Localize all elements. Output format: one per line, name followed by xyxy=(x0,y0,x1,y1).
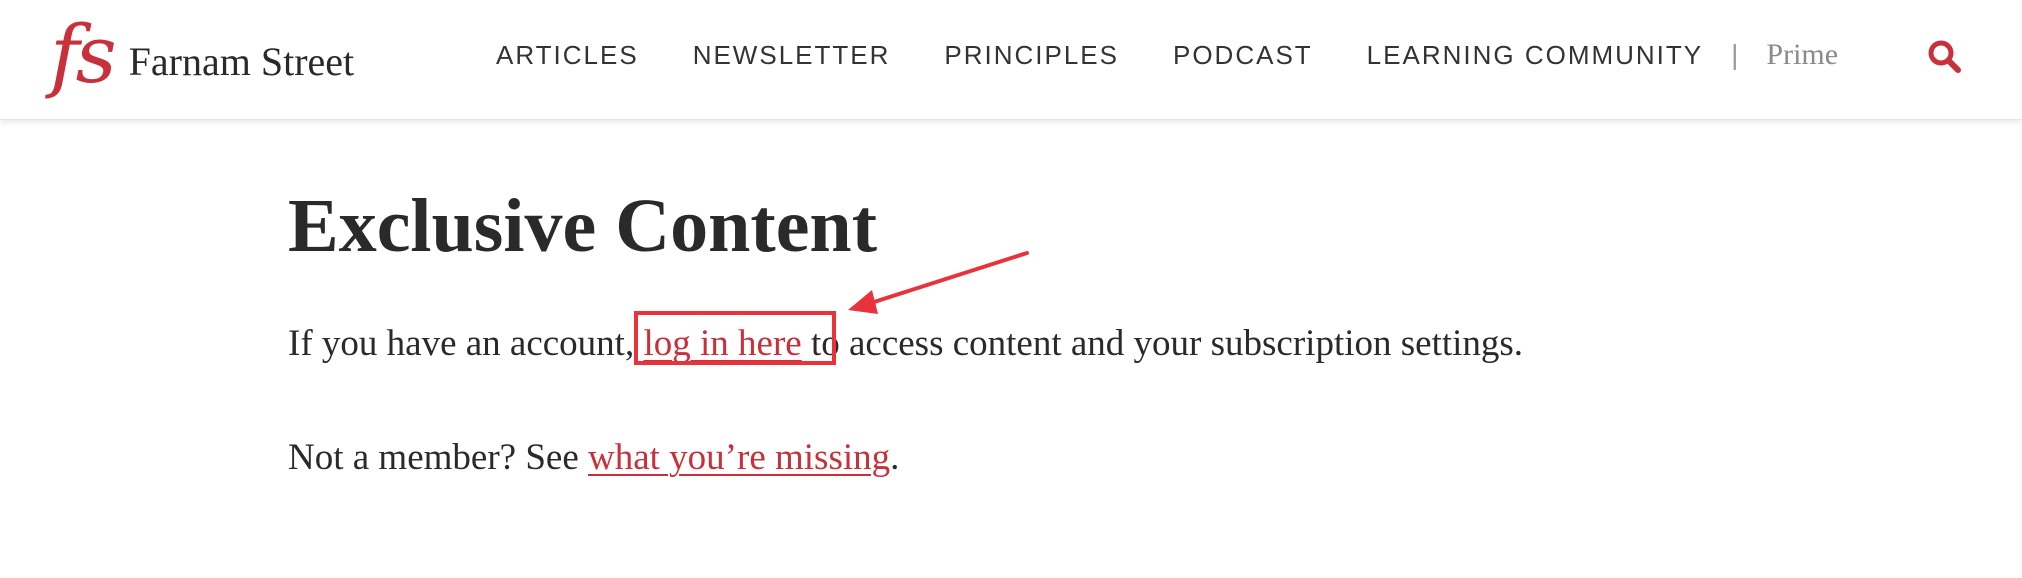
nav-newsletter[interactable]: NEWSLETTER xyxy=(693,40,891,71)
main-nav: ARTICLES NEWSLETTER PRINCIPLES PODCAST L… xyxy=(496,0,1838,110)
nav-divider: | xyxy=(1731,39,1739,70)
site-logo[interactable]: fs Farnam Street xyxy=(50,10,354,100)
nav-prime[interactable]: Prime xyxy=(1766,38,1838,72)
membership-text-before: Not a member? See xyxy=(288,437,588,478)
login-text-after: to access content and your subscription … xyxy=(801,323,1524,364)
logo-text: Farnam Street xyxy=(128,38,355,84)
membership-paragraph: Not a member? See what you’re missing. xyxy=(288,432,1788,484)
nav-principles[interactable]: PRINCIPLES xyxy=(944,40,1119,71)
main-content: Exclusive Content If you have an account… xyxy=(288,178,1788,484)
login-text-before: If you have an account, xyxy=(288,323,644,364)
page-title: Exclusive Content xyxy=(288,184,877,268)
login-paragraph: If you have an account, log in here to a… xyxy=(288,318,1788,370)
search-icon xyxy=(1928,40,1961,73)
nav-podcast[interactable]: PODCAST xyxy=(1173,40,1313,71)
logo-mark: fs xyxy=(50,8,117,101)
login-link[interactable]: log in here xyxy=(643,323,801,364)
membership-link[interactable]: what you’re missing xyxy=(588,437,890,478)
nav-articles[interactable]: ARTICLES xyxy=(496,40,639,71)
search-button[interactable] xyxy=(1926,38,1962,74)
site-header: fs Farnam Street ARTICLES NEWSLETTER PRI… xyxy=(0,0,2022,120)
membership-text-after: . xyxy=(890,437,900,478)
nav-learning-community[interactable]: LEARNING COMMUNITY xyxy=(1367,40,1703,71)
